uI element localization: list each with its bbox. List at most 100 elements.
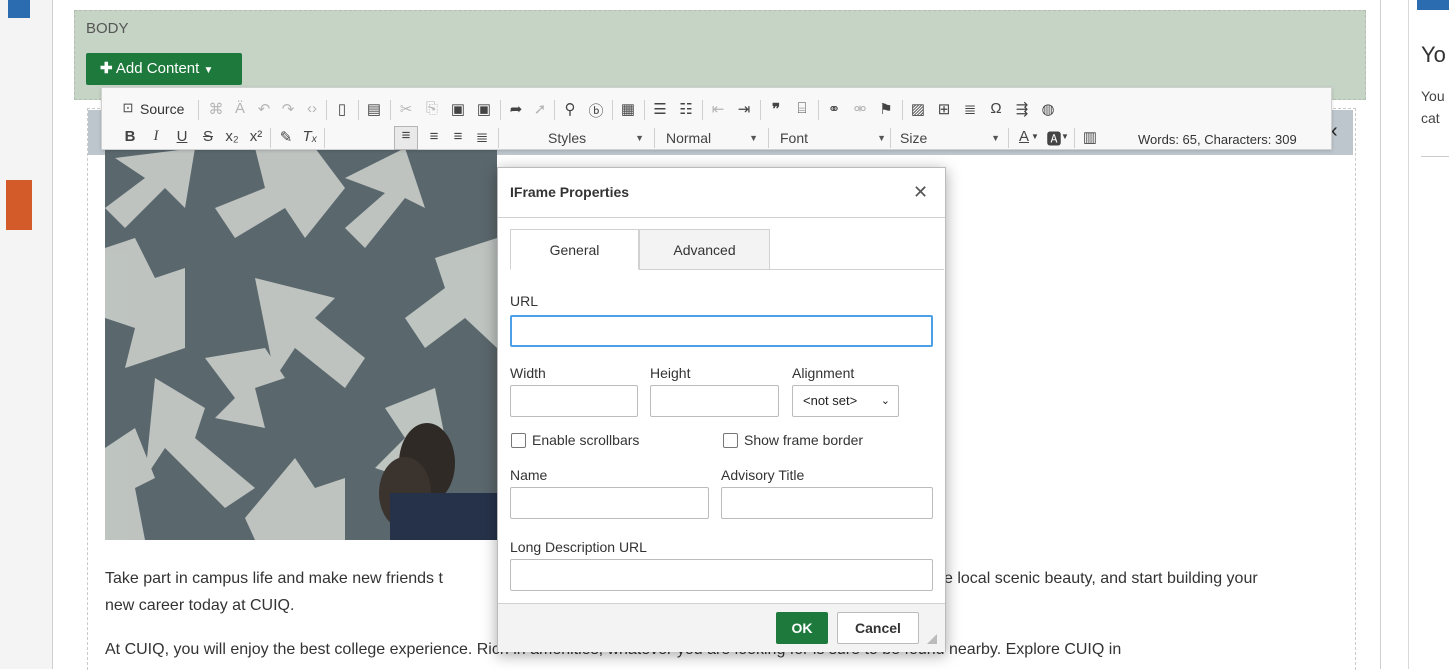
alignment-select[interactable]: <not set> ⌄ bbox=[792, 385, 899, 417]
indent-icon[interactable]: ⇥ bbox=[734, 100, 754, 118]
select-all-icon[interactable]: ▦ bbox=[618, 100, 638, 118]
long-description-input[interactable] bbox=[510, 559, 933, 591]
height-label: Height bbox=[650, 365, 691, 381]
dialog-title: IFrame Properties bbox=[510, 184, 630, 200]
paste-text-icon[interactable]: ▣ bbox=[474, 100, 494, 118]
undo-icon[interactable]: ↶ bbox=[254, 100, 274, 118]
unlink-icon[interactable]: ⚮ bbox=[850, 100, 870, 118]
cut-icon[interactable]: ✂ bbox=[396, 100, 416, 118]
enable-scrollbars-label[interactable]: Enable scrollbars bbox=[532, 432, 639, 448]
numbered-list-icon[interactable]: ☰ bbox=[650, 100, 670, 118]
url-input[interactable] bbox=[510, 315, 933, 347]
bold-icon[interactable]: B bbox=[120, 128, 140, 145]
close-icon[interactable]: ✕ bbox=[913, 182, 928, 203]
tab-general[interactable]: General bbox=[510, 229, 639, 270]
search-icon[interactable]: ⚲ bbox=[560, 100, 580, 118]
align-center-icon[interactable]: ≡ bbox=[424, 128, 444, 145]
paragraph-text: new career today at CUIQ. bbox=[105, 597, 295, 614]
find-icon[interactable]: ⌘ bbox=[206, 100, 226, 118]
height-input[interactable] bbox=[650, 385, 779, 417]
copy-format-icon[interactable]: ✎ bbox=[276, 128, 296, 146]
plus-icon: ✚ bbox=[100, 60, 113, 77]
caret-down-icon[interactable]: ▼ bbox=[1030, 132, 1040, 141]
add-content-label: Add Content bbox=[115, 60, 200, 77]
tab-advanced[interactable]: Advanced bbox=[639, 229, 770, 270]
caret-down-icon: ▼ bbox=[991, 133, 1000, 143]
source-button[interactable]: Source bbox=[140, 101, 184, 117]
font-dropdown[interactable]: Font ▼ bbox=[780, 126, 890, 150]
spellcheck-icon[interactable]: Ä bbox=[230, 100, 250, 117]
subscript-icon[interactable]: x₂ bbox=[222, 128, 242, 145]
toolbar-separator bbox=[902, 100, 903, 120]
dialog-footer: OK Cancel bbox=[498, 603, 945, 652]
caret-down-icon[interactable]: ▼ bbox=[1060, 132, 1070, 141]
article-image[interactable] bbox=[105, 148, 497, 540]
link-icon[interactable]: ⚭ bbox=[824, 100, 844, 118]
outdent-icon[interactable]: ⇤ bbox=[708, 100, 728, 118]
toolbar-separator bbox=[1008, 128, 1009, 148]
source-icon: ⊡ bbox=[122, 100, 134, 115]
url-label: URL bbox=[510, 293, 539, 309]
superscript-icon[interactable]: x² bbox=[246, 128, 266, 145]
blockquote-icon[interactable]: ❞ bbox=[766, 100, 786, 118]
align-right-icon[interactable]: ≡ bbox=[448, 128, 468, 145]
cancel-button[interactable]: Cancel bbox=[837, 612, 919, 644]
table-icon[interactable]: ⊞ bbox=[934, 100, 954, 118]
ok-button[interactable]: OK bbox=[776, 612, 828, 644]
name-input[interactable] bbox=[510, 487, 709, 519]
toolbar-separator bbox=[358, 100, 359, 120]
iframe-globe-icon[interactable]: ◍ bbox=[1038, 100, 1058, 118]
redo-icon[interactable]: ↷ bbox=[278, 100, 298, 118]
paste-icon[interactable]: ▣ bbox=[448, 100, 468, 118]
format-dropdown[interactable]: Normal ▼ bbox=[666, 126, 762, 150]
toolbar-separator bbox=[198, 100, 199, 120]
image-icon[interactable]: ▨ bbox=[908, 100, 928, 118]
resize-handle-icon[interactable] bbox=[927, 634, 937, 644]
caret-down-icon: ▼ bbox=[635, 133, 644, 143]
size-dropdown[interactable]: Size ▼ bbox=[900, 126, 1004, 150]
add-content-button[interactable]: ✚ Add Content ▼ bbox=[86, 53, 242, 85]
chevron-left-icon[interactable]: ‹ bbox=[1331, 120, 1338, 143]
toolbar-separator bbox=[768, 128, 769, 148]
width-input[interactable] bbox=[510, 385, 638, 417]
styles-dropdown[interactable]: Styles ▼ bbox=[548, 126, 648, 150]
arrows-photo bbox=[105, 148, 497, 540]
italic-icon[interactable]: I bbox=[146, 128, 166, 145]
show-frame-border-label[interactable]: Show frame border bbox=[744, 432, 863, 448]
div-icon[interactable]: ⌸ bbox=[792, 100, 812, 117]
maximize-icon[interactable]: ▥ bbox=[1080, 128, 1100, 146]
bulleted-list-icon[interactable]: ☷ bbox=[676, 100, 696, 118]
anchor-flag-icon[interactable]: ⚑ bbox=[876, 100, 896, 118]
special-char-icon[interactable]: Ω bbox=[986, 100, 1006, 117]
advisory-title-input[interactable] bbox=[721, 487, 933, 519]
rail-nav-icon[interactable] bbox=[8, 0, 30, 18]
advisory-title-label: Advisory Title bbox=[721, 467, 805, 483]
remove-format-icon[interactable]: Tₓ bbox=[300, 128, 320, 145]
underline-icon[interactable]: U bbox=[172, 128, 192, 145]
panel-text: You bbox=[1421, 88, 1445, 104]
replace-icon[interactable]: ⓑ bbox=[586, 100, 606, 121]
paragraph-text: e local scenic beauty, and start buildin… bbox=[944, 570, 1258, 587]
toolbar-separator bbox=[500, 100, 501, 120]
align-left-icon[interactable]: ≡ bbox=[394, 126, 418, 150]
arrow-right-icon[interactable]: ➚ bbox=[530, 100, 550, 118]
left-rail bbox=[0, 0, 53, 669]
iframe-properties-dialog: IFrame Properties ✕ General Advanced URL… bbox=[497, 167, 946, 652]
toolbar-separator bbox=[324, 128, 325, 148]
panel-tag-icon[interactable] bbox=[1417, 0, 1449, 10]
code-icon[interactable]: ‹› bbox=[302, 100, 322, 117]
horizontal-rule-icon[interactable]: ≣ bbox=[960, 100, 980, 118]
strikethrough-icon[interactable]: S bbox=[198, 128, 218, 145]
word-count: Words: 65, Characters: 309 bbox=[1138, 132, 1297, 147]
pagebreak-icon[interactable]: ⇶ bbox=[1012, 100, 1032, 118]
preview-icon[interactable]: ▤ bbox=[364, 100, 384, 118]
dialog-header[interactable]: IFrame Properties ✕ bbox=[498, 168, 945, 218]
show-frame-border-checkbox[interactable] bbox=[723, 433, 738, 448]
rail-active-marker[interactable] bbox=[6, 180, 32, 230]
arrow-left-icon[interactable]: ➦ bbox=[506, 100, 526, 118]
justify-icon[interactable]: ≣ bbox=[472, 128, 492, 146]
copy-icon[interactable]: ⎘ bbox=[422, 100, 442, 117]
enable-scrollbars-checkbox[interactable] bbox=[511, 433, 526, 448]
new-page-icon[interactable]: ▯ bbox=[332, 100, 352, 118]
body-label: BODY bbox=[86, 20, 129, 37]
